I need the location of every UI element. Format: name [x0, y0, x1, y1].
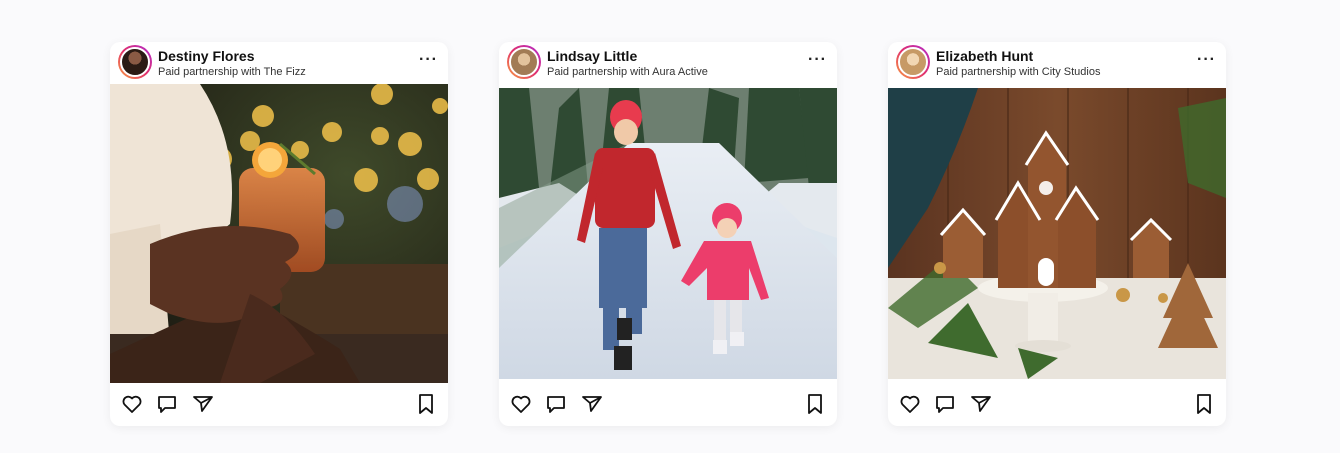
comment-icon[interactable] — [933, 392, 957, 416]
post-card: Elizabeth Hunt Paid partnership with Cit… — [888, 42, 1226, 426]
heart-icon[interactable] — [120, 392, 144, 416]
comment-icon[interactable] — [544, 392, 568, 416]
more-options-icon[interactable]: ··· — [808, 52, 827, 68]
post-actions — [110, 382, 448, 426]
post-actions — [499, 382, 837, 426]
post-header: Lindsay Little Paid partnership with Aur… — [499, 42, 837, 88]
partnership-label[interactable]: Paid partnership with The Fizz — [158, 66, 306, 78]
post-header: Destiny Flores Paid partnership with The… — [110, 42, 448, 88]
send-icon[interactable] — [969, 392, 993, 416]
post-card: Lindsay Little Paid partnership with Aur… — [499, 42, 837, 426]
more-options-icon[interactable]: ··· — [1197, 52, 1216, 68]
send-icon[interactable] — [580, 392, 604, 416]
avatar[interactable] — [118, 45, 152, 79]
avatar[interactable] — [507, 45, 541, 79]
username[interactable]: Lindsay Little — [547, 48, 637, 64]
post-image[interactable] — [499, 88, 837, 379]
heart-icon[interactable] — [509, 392, 533, 416]
bookmark-icon[interactable] — [803, 392, 827, 416]
comment-icon[interactable] — [155, 392, 179, 416]
post-card: Destiny Flores Paid partnership with The… — [110, 42, 448, 426]
partnership-label[interactable]: Paid partnership with City Studios — [936, 66, 1100, 78]
more-options-icon[interactable]: ··· — [419, 52, 438, 68]
send-icon[interactable] — [191, 392, 215, 416]
heart-icon[interactable] — [898, 392, 922, 416]
post-image[interactable] — [888, 88, 1226, 379]
avatar[interactable] — [896, 45, 930, 79]
bookmark-icon[interactable] — [1192, 392, 1216, 416]
username[interactable]: Elizabeth Hunt — [936, 48, 1033, 64]
partnership-label[interactable]: Paid partnership with Aura Active — [547, 66, 708, 78]
post-actions — [888, 382, 1226, 426]
bookmark-icon[interactable] — [414, 392, 438, 416]
username[interactable]: Destiny Flores — [158, 48, 254, 64]
post-image[interactable] — [110, 84, 448, 383]
post-header: Elizabeth Hunt Paid partnership with Cit… — [888, 42, 1226, 88]
